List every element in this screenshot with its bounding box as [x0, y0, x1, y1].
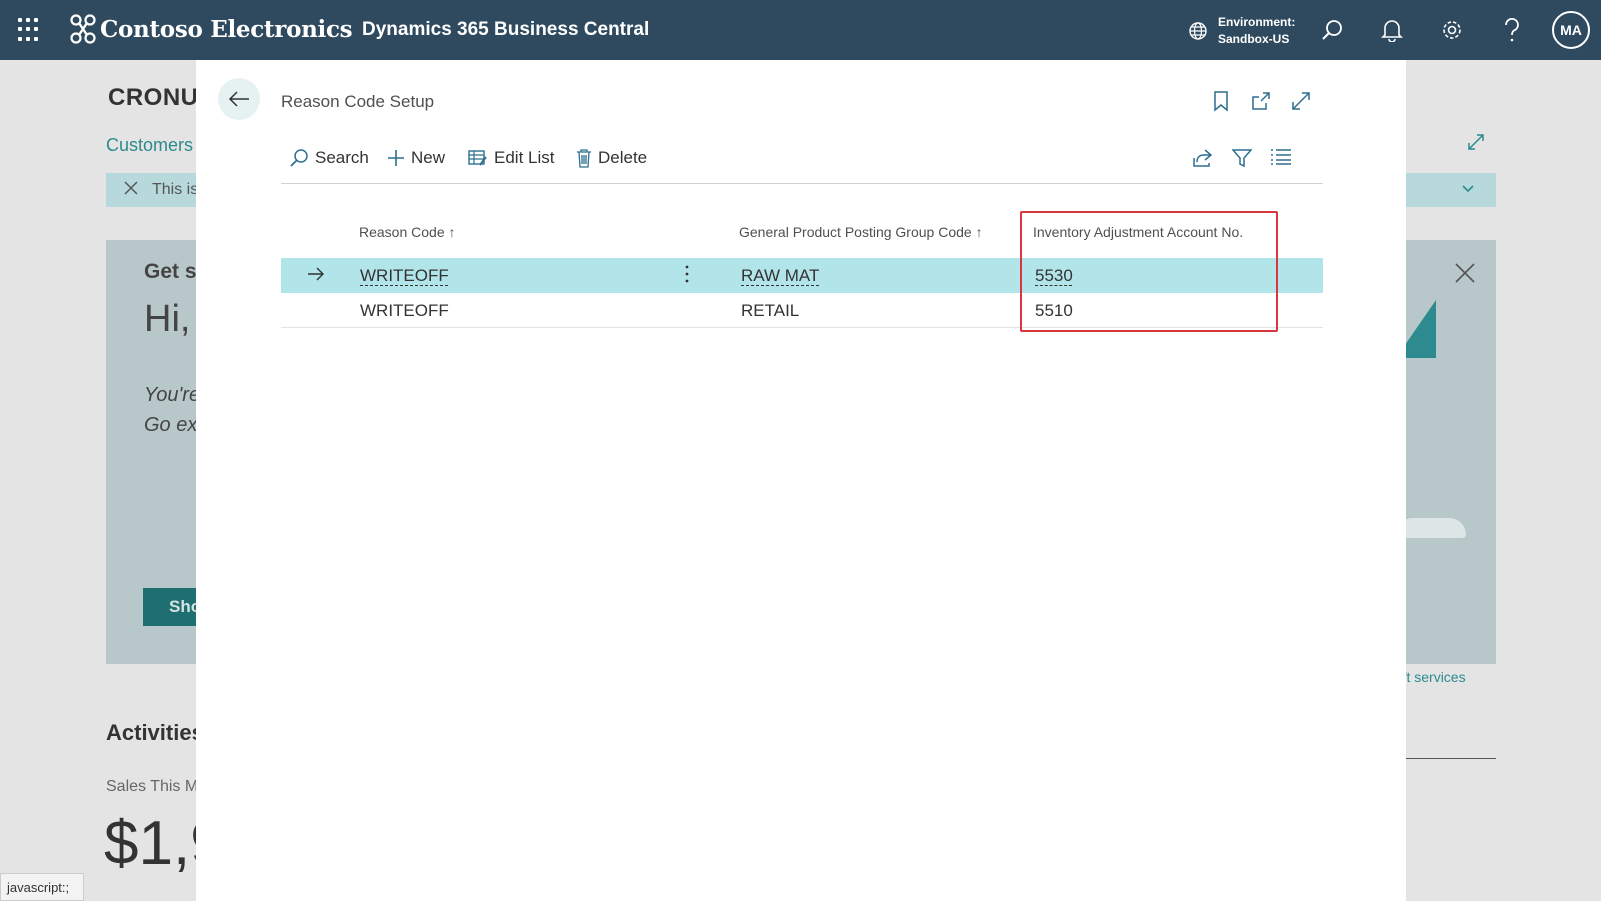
row-actions-menu-icon[interactable] — [684, 264, 690, 289]
column-label: Inventory Adjustment Account No. — [1033, 224, 1244, 240]
new-label: New — [411, 148, 446, 167]
close-icon — [1454, 262, 1476, 289]
chevron-down-icon — [1460, 180, 1476, 201]
table-row[interactable]: WRITEOFF RAW MAT 5530 — [281, 258, 1323, 293]
reason-code-setup-page: Reason Code Setup Search New Edit List D… — [196, 60, 1406, 901]
sort-ascending-icon: ↑ — [448, 224, 456, 240]
inventory-adjustment-account-cell[interactable]: 5510 — [1035, 301, 1073, 321]
reason-code-cell[interactable]: WRITEOFF — [360, 301, 449, 321]
environment-indicator[interactable]: Environment: Sandbox-US — [1188, 14, 1295, 48]
column-header-reason-code[interactable]: Reason Code ↑ — [359, 224, 456, 240]
column-label: Reason Code — [359, 224, 445, 240]
reason-code-grid: Reason Code ↑ General Product Posting Gr… — [281, 208, 1323, 328]
arrow-left-icon — [228, 91, 249, 107]
card-line-1: You're — [144, 384, 201, 406]
environment-label: Environment: — [1218, 15, 1296, 29]
list-view-icon[interactable] — [1270, 148, 1292, 171]
new-action[interactable]: New — [387, 148, 445, 168]
reason-code-cell[interactable]: WRITEOFF — [360, 266, 449, 286]
company-name: CRONU — [108, 84, 199, 111]
edit-list-action[interactable]: Edit List — [468, 148, 554, 168]
top-bar: Contoso Electronics Dynamics 365 Busines… — [0, 0, 1601, 60]
filter-icon[interactable] — [1231, 148, 1253, 173]
open-in-new-window-icon[interactable] — [1250, 90, 1272, 117]
table-row[interactable]: WRITEOFF RETAIL 5510 — [281, 293, 1323, 328]
globe-icon — [1189, 22, 1207, 40]
expand-icon — [1466, 132, 1486, 157]
card-greeting: Hi, — [144, 298, 191, 340]
sort-ascending-icon: ↑ — [975, 224, 983, 240]
edit-list-icon — [468, 150, 487, 166]
card-body: You're Go ex — [144, 380, 200, 440]
expand-icon[interactable] — [1290, 90, 1312, 117]
nav-link-customers: Customers — [106, 135, 194, 155]
close-icon — [124, 180, 138, 200]
product-name: Dynamics 365 Business Central — [362, 19, 650, 40]
gear-icon[interactable] — [1438, 16, 1466, 44]
notification-text: This is — [152, 181, 199, 198]
back-button[interactable] — [218, 78, 260, 120]
gen-prod-posting-group-cell[interactable]: RETAIL — [741, 301, 799, 321]
inventory-adjustment-account-cell[interactable]: 5530 — [1035, 266, 1073, 286]
delete-label: Delete — [598, 148, 648, 167]
plus-icon — [388, 150, 404, 166]
column-header-gen-prod-posting-group[interactable]: General Product Posting Group Code ↑ — [739, 224, 983, 240]
search-action[interactable]: Search — [289, 148, 369, 168]
brand[interactable]: Contoso Electronics — [70, 14, 353, 44]
column-label: General Product Posting Group Code — [739, 224, 972, 240]
app-launcher-icon[interactable] — [18, 18, 42, 42]
bell-icon[interactable] — [1378, 16, 1406, 44]
sales-label: Sales This M — [106, 778, 199, 795]
cloud-illustration — [1396, 518, 1466, 538]
bookmark-icon[interactable] — [1212, 90, 1230, 117]
search-label: Search — [315, 148, 369, 167]
card-heading: Get s — [144, 260, 197, 283]
column-header-inventory-adjustment-account[interactable]: Inventory Adjustment Account No. — [1033, 224, 1243, 240]
search-icon[interactable] — [1318, 16, 1346, 44]
brand-name: Contoso Electronics — [100, 15, 353, 43]
help-icon[interactable] — [1498, 16, 1526, 44]
share-icon[interactable] — [1192, 148, 1214, 173]
trash-icon — [577, 149, 591, 168]
gen-prod-posting-group-cell[interactable]: RAW MAT — [741, 266, 819, 286]
contoso-logo-icon — [70, 14, 96, 44]
environment-value: Sandbox-US — [1218, 32, 1290, 46]
action-bar: Search New Edit List Delete — [281, 136, 1323, 184]
status-tooltip: javascript:; — [0, 873, 84, 901]
user-avatar[interactable]: MA — [1552, 11, 1590, 49]
arrow-right-icon — [307, 266, 325, 286]
edit-list-label: Edit List — [494, 148, 555, 167]
page-title: Reason Code Setup — [281, 92, 435, 111]
activities-heading: Activities — [106, 720, 204, 745]
card-line-2: Go ex — [144, 414, 198, 436]
search-icon — [290, 149, 308, 167]
delete-action[interactable]: Delete — [576, 148, 647, 168]
